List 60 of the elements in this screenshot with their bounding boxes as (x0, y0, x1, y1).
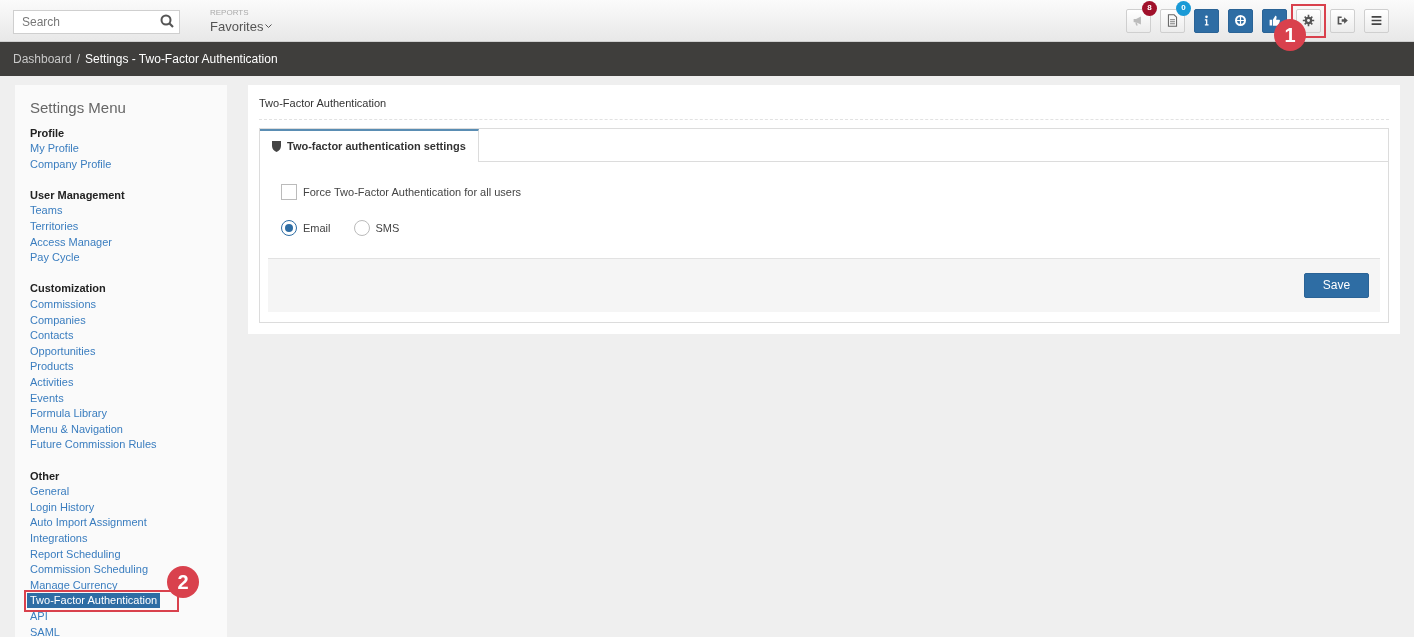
menu-icon (1370, 14, 1383, 27)
toolbar-button[interactable] (1194, 8, 1219, 33)
search-icon (160, 13, 174, 28)
menu-link[interactable]: Teams (30, 204, 63, 217)
menu-link[interactable]: Territories (30, 220, 79, 233)
section-heading: Customization (30, 281, 107, 297)
sign-out-icon (1336, 14, 1349, 27)
document-icon (1166, 14, 1179, 27)
menu-link[interactable]: Report Scheduling (30, 547, 121, 560)
toolbar-button[interactable] (1228, 8, 1253, 33)
settings-icon (1302, 14, 1315, 27)
menu-link[interactable]: Login History (30, 500, 95, 513)
checkbox-label: Force Two-Factor Authentication for all users (303, 184, 522, 200)
favorites-dropdown[interactable]: Favorites (210, 19, 273, 33)
menu-link[interactable]: Formula Library (30, 407, 108, 420)
menu-link[interactable]: Integrations (30, 531, 88, 544)
tab[interactable]: Two-factor authentication settings (260, 128, 479, 162)
notification-badge: 0 (1176, 0, 1191, 16)
menu-link[interactable]: Auto Import Assignment (30, 516, 147, 529)
menu-link[interactable]: Commissions (30, 298, 96, 311)
breadcrumb-separator: / (76, 51, 81, 68)
menu-link[interactable]: Company Profile (30, 157, 112, 170)
callout-number: 2 (167, 566, 199, 599)
menu-link[interactable]: Two-Factor Authentication (27, 593, 161, 609)
reports-label: REPORTS (210, 8, 250, 17)
section-heading: User Management (30, 187, 126, 203)
menu-link[interactable]: Commission Scheduling (30, 563, 148, 576)
menu-link[interactable]: API (30, 609, 48, 622)
search-field[interactable]: Search (13, 9, 180, 34)
save-button[interactable]: Save (1304, 272, 1369, 298)
thumbs-up-icon (1268, 14, 1281, 27)
radio-button[interactable] (281, 220, 297, 237)
notification-badge: 8 (1142, 0, 1157, 16)
menu-link[interactable]: General (30, 485, 70, 498)
menu-link[interactable]: Activities (30, 376, 74, 388)
radio-label: SMS (375, 221, 400, 236)
radio-button[interactable] (353, 220, 370, 237)
menu-link[interactable]: SAML (30, 625, 60, 637)
lifebuoy-icon (1234, 14, 1247, 27)
menu-link[interactable]: Access Manager (30, 235, 112, 248)
shield-icon (272, 140, 281, 152)
menu-link[interactable]: Pay Cycle (30, 251, 80, 264)
menu-link[interactable]: Opportunities (30, 344, 96, 357)
menu-link[interactable]: My Profile (30, 142, 79, 155)
menu-link[interactable]: Products (30, 360, 74, 373)
section-heading: Other (30, 468, 61, 484)
breadcrumb-current: Settings - Two-Factor Authentication (85, 51, 278, 68)
menu-link[interactable]: Events (30, 391, 64, 404)
radio-label: Email (303, 221, 331, 236)
caret-icon (265, 23, 273, 29)
menu-link[interactable]: Companies (30, 313, 86, 326)
sidebar-title: Settings Menu (30, 98, 127, 118)
menu-link[interactable]: Contacts (30, 329, 74, 342)
menu-link[interactable]: Future Commission Rules (30, 438, 157, 451)
breadcrumb-link[interactable]: Dashboard (13, 50, 72, 68)
section-title: Two-Factor Authentication (259, 95, 1389, 120)
checkbox[interactable] (281, 183, 297, 200)
menu-link[interactable]: Manage Currency (30, 578, 118, 591)
menu-link[interactable]: Menu & Navigation (30, 422, 123, 435)
section-heading: Profile (30, 125, 66, 141)
